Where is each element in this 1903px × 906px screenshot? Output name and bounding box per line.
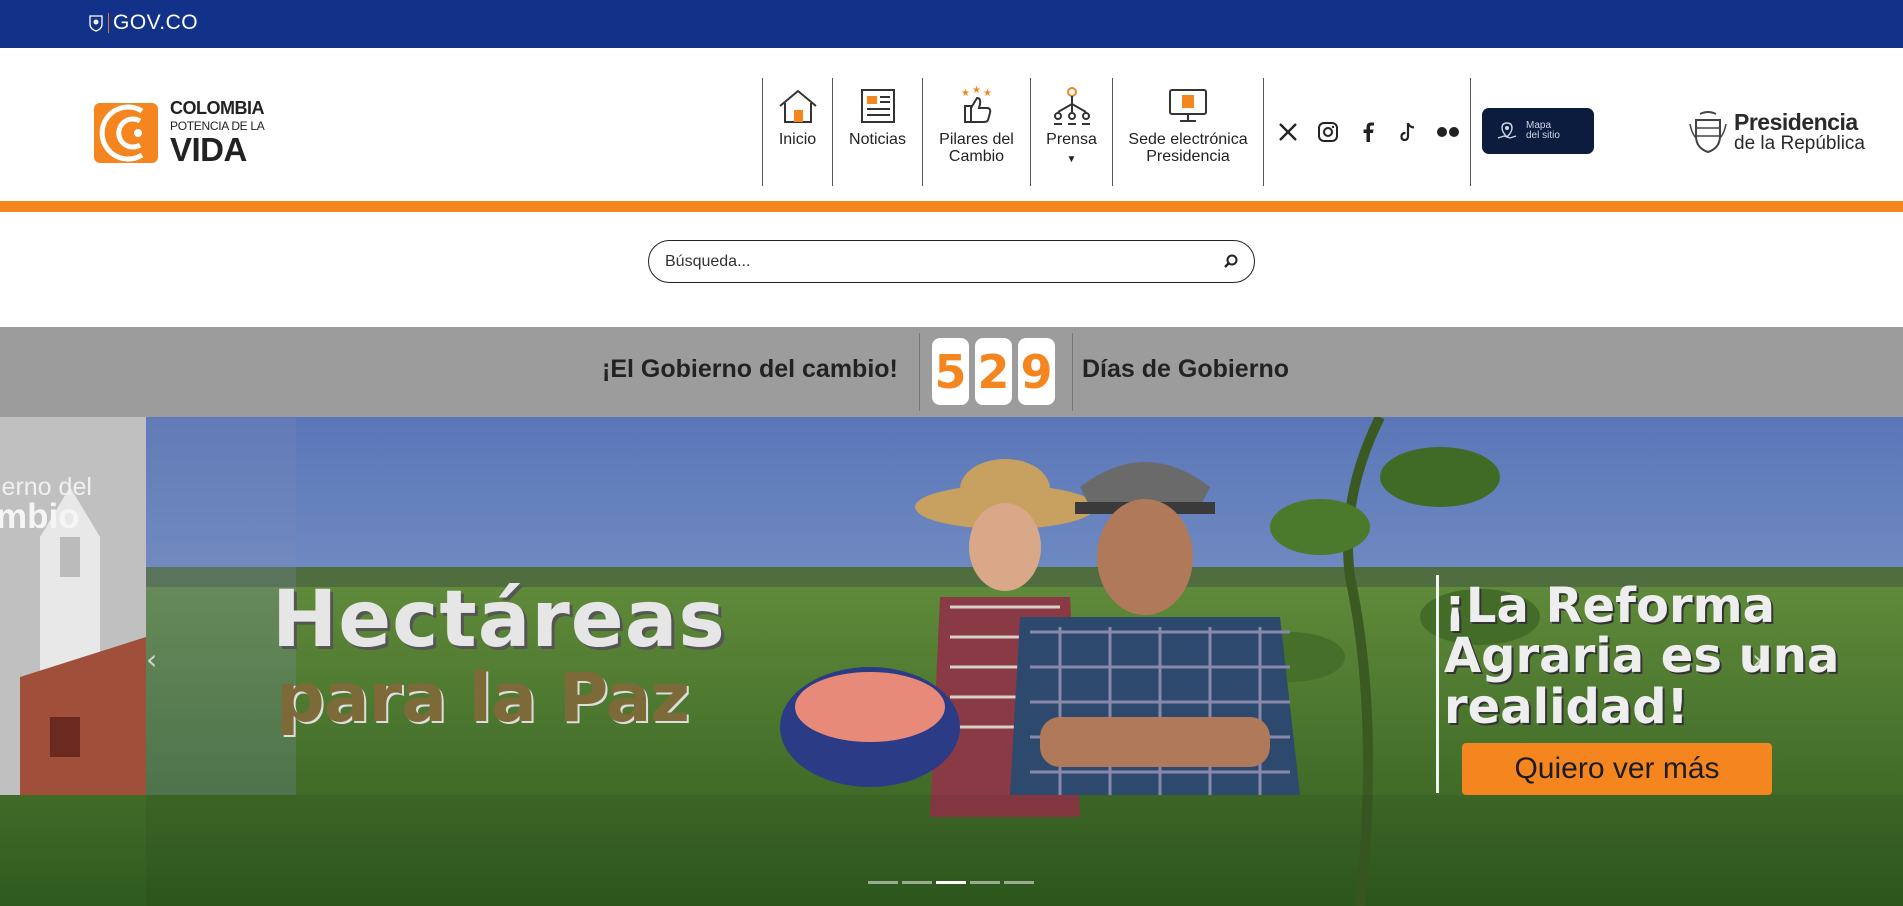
search-box <box>648 240 1255 283</box>
nav-label-pilares-l2: Cambio <box>948 147 1005 165</box>
map-pin-icon <box>1497 122 1517 139</box>
nav-item-inicio[interactable]: Inicio <box>762 78 832 186</box>
chevron-down-icon[interactable]: ▼ <box>1067 154 1077 166</box>
coat-of-arms-icon <box>1689 111 1727 154</box>
main-nav: Inicio Noticias ★ ★ ★ Pilares del Cambio… <box>762 78 1264 186</box>
search-input[interactable] <box>665 249 1205 274</box>
counter-digit: 9 <box>1018 338 1055 405</box>
people-network-icon <box>1053 87 1090 125</box>
svg-text:★: ★ <box>961 88 970 99</box>
nav-label-sede-l1: Sede electrónica <box>1128 131 1248 148</box>
hero-title-hectareas: Hectáreas <box>272 575 726 665</box>
flickr-icon[interactable] <box>1436 120 1460 144</box>
brand-line3: VIDA <box>170 131 247 168</box>
gobierno-slogan: ¡El Gobierno del cambio! <box>602 355 898 383</box>
colombia-potencia-vida-logo[interactable]: COLOMBIA POTENCIA DE LA VIDA <box>94 99 265 166</box>
govco-logo[interactable]: GOV.CO <box>88 11 198 35</box>
carousel-indicators <box>868 881 1034 884</box>
govco-separator <box>108 13 109 33</box>
nav-label-pilares-l1: Pilares del <box>939 131 1014 148</box>
monitor-icon <box>1169 89 1207 122</box>
dias-de-gobierno-label: Días de Gobierno <box>1082 355 1289 383</box>
counter-digit: 2 <box>975 338 1012 405</box>
brand-line1: COLOMBIA <box>170 98 264 118</box>
svg-text:★: ★ <box>972 86 981 96</box>
site-header: COLOMBIA POTENCIA DE LA VIDA Inicio Noti <box>0 48 1903 201</box>
hero-title-para-la-paz: para la Paz <box>276 659 690 738</box>
carousel-prev-arrow-icon[interactable]: ‹ <box>146 643 157 676</box>
reforma-line1: ¡La Reforma <box>1444 578 1776 634</box>
reforma-line2: Agraria es una <box>1444 628 1840 685</box>
counter-divider-right <box>1072 333 1073 411</box>
instagram-icon[interactable] <box>1316 120 1340 144</box>
govco-label: GOV.CO <box>113 11 199 34</box>
x-icon[interactable] <box>1276 120 1300 144</box>
prev-slide-line2: mbio <box>0 497 80 536</box>
carousel-next-arrow-icon[interactable]: › <box>1752 643 1763 676</box>
reforma-line3: realidad! <box>1444 678 1689 735</box>
carousel-dot[interactable] <box>1004 881 1034 884</box>
house-icon <box>778 89 817 123</box>
carousel-dot-active[interactable] <box>936 881 966 884</box>
nav-label-sede-l2: Presidencia <box>1146 147 1230 165</box>
presidencia-subtitle: de la República <box>1734 133 1865 154</box>
carousel-dot[interactable] <box>902 881 932 884</box>
tiktok-icon[interactable] <box>1396 120 1420 144</box>
carousel-dot[interactable] <box>868 881 898 884</box>
presidencia-title: Presidencia <box>1734 109 1858 135</box>
nav-item-sede-electronica[interactable]: Sede electrónica Presidencia <box>1112 78 1264 186</box>
govco-bar: GOV.CO <box>0 0 1903 48</box>
svg-text:★: ★ <box>983 88 992 99</box>
social-links <box>1264 78 1471 186</box>
days-counter: 5 2 9 <box>932 338 1055 405</box>
search-icon[interactable] <box>1222 253 1240 271</box>
nav-item-noticias[interactable]: Noticias <box>832 78 922 186</box>
government-days-band: ¡El Gobierno del cambio! 5 2 9 Días de G… <box>0 327 1903 417</box>
facebook-icon[interactable] <box>1356 120 1380 144</box>
colombia-shield-icon <box>89 15 103 32</box>
vida-mark-icon <box>94 102 158 163</box>
newspaper-icon <box>860 89 895 123</box>
nav-item-pilares[interactable]: ★ ★ ★ Pilares del Cambio <box>922 78 1030 186</box>
nav-label-noticias: Noticias <box>849 131 906 148</box>
nav-label-pilares: Pilares del Cambio <box>939 131 1014 166</box>
mapa-del-sitio-button[interactable]: Mapa del sitio <box>1482 108 1594 154</box>
quiero-ver-mas-button[interactable]: Quiero ver más <box>1462 743 1772 795</box>
presidencia-logo[interactable]: Presidencia de la República <box>1688 110 1865 154</box>
counter-divider-left <box>919 333 920 411</box>
orange-divider <box>0 201 1903 212</box>
previous-slide-preview: ierno del mbio <box>0 417 146 795</box>
hero-reforma-text: ¡La Reforma Agraria es una realidad! <box>1444 581 1839 732</box>
carousel-dot[interactable] <box>970 881 1000 884</box>
nav-label-inicio: Inicio <box>778 131 817 148</box>
mapa-label-l2: del sitio <box>1526 130 1560 141</box>
nav-item-prensa[interactable]: Prensa ▼ <box>1030 78 1112 186</box>
nav-label-sede: Sede electrónica Presidencia <box>1128 131 1248 166</box>
counter-digit: 5 <box>932 338 969 405</box>
hero-carousel[interactable]: ierno del mbio Hectáreas para la Paz ¡La… <box>0 417 1903 906</box>
nav-label-prensa: Prensa <box>1046 131 1097 148</box>
hero-divider-line <box>1436 575 1439 793</box>
thumbs-up-stars-icon: ★ ★ ★ <box>961 86 992 123</box>
